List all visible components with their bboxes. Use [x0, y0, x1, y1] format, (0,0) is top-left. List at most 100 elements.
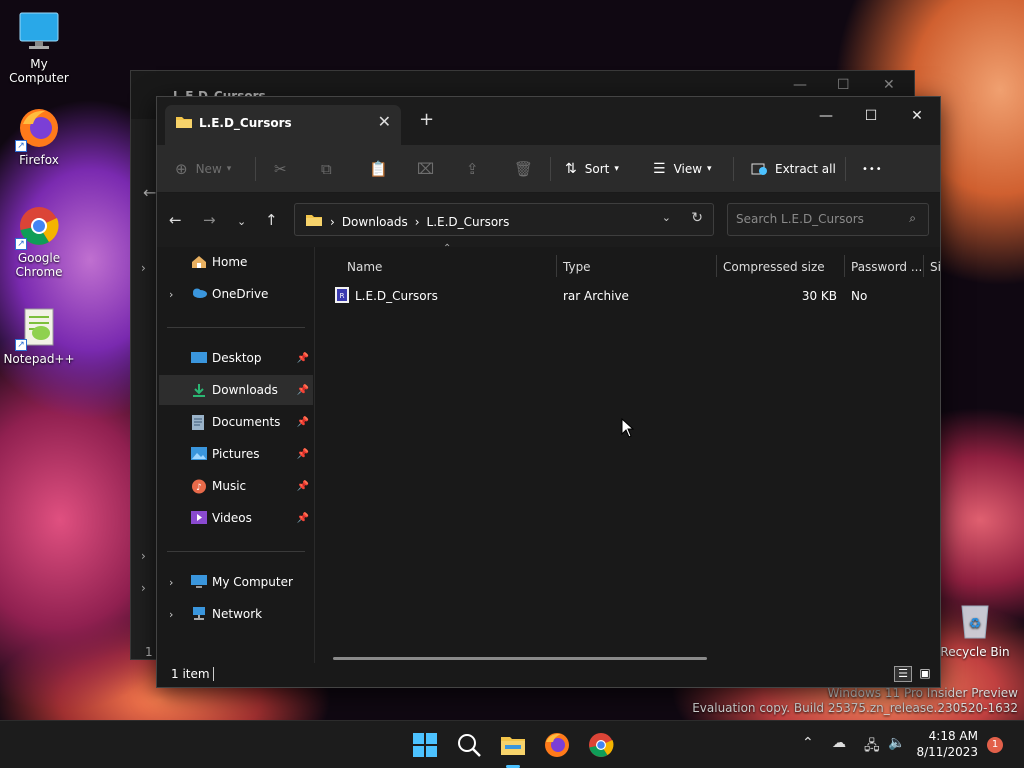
tab-close-icon[interactable]: ✕ [378, 112, 391, 131]
column-header-compressed-size[interactable]: Compressed size [723, 253, 825, 281]
chevron-right-icon[interactable]: › [169, 288, 173, 301]
show-hidden-icons-chevron-icon[interactable]: ⌃ [802, 735, 814, 751]
extract-all-label: Extract all [775, 162, 836, 176]
recent-chevron-down-icon[interactable]: ⌄ [237, 215, 246, 228]
desktop-icon-notepadpp[interactable]: ↗ Notepad++ [1, 305, 77, 366]
pin-icon[interactable]: 📌 [297, 513, 309, 524]
more-options-button[interactable]: ••• [862, 145, 883, 193]
search-icon[interactable]: ⌕ [909, 211, 916, 226]
pin-icon[interactable]: 📌 [297, 449, 309, 460]
chevron-right-icon[interactable]: › [169, 608, 173, 621]
share-button[interactable]: ⇪ [466, 145, 479, 193]
column-header-password[interactable]: Password ... [851, 253, 922, 281]
nav-label: Network [212, 607, 263, 621]
minimize-button[interactable]: — [803, 101, 849, 131]
cut-button[interactable]: ✂ [274, 145, 287, 193]
desktop-icon-firefox[interactable]: ↗ Firefox [1, 106, 77, 167]
column-divider[interactable] [923, 255, 924, 277]
background-minimize-icon[interactable]: — [793, 77, 807, 93]
desktop-icon-my-computer[interactable]: My Computer [1, 10, 77, 85]
nav-item-desktop[interactable]: Desktop 📌 [159, 343, 313, 373]
refresh-icon[interactable]: ↻ [691, 210, 703, 226]
onedrive-offline-icon[interactable]: ☁ [832, 735, 846, 751]
column-header-type[interactable]: Type [563, 253, 591, 281]
paste-button[interactable]: 📋 [369, 145, 388, 193]
column-divider[interactable] [556, 255, 557, 277]
details-view-icon[interactable]: ☰ [894, 666, 912, 682]
nav-item-my-computer[interactable]: › My Computer [159, 567, 313, 597]
column-header-size[interactable]: Si [930, 253, 940, 281]
file-explorer-icon[interactable] [499, 731, 527, 759]
shortcut-arrow-icon: ↗ [15, 238, 27, 250]
desktop-icon-chrome[interactable]: ↗ Google Chrome [1, 204, 77, 279]
share-icon: ⇪ [466, 160, 479, 178]
forward-arrow-icon[interactable]: → [203, 211, 216, 229]
pin-icon[interactable]: 📌 [297, 481, 309, 492]
explorer-window[interactable]: L.E.D_Cursors ✕ + — ☐ ✕ ⊕ New ▾ ✂ ⧉ 📋 ⌧ … [156, 96, 941, 688]
item-count: 1 item [171, 667, 210, 681]
clock[interactable]: 4:18 AM 8/11/2023 [916, 728, 978, 760]
sort-button[interactable]: ⇅ Sort ▾ [565, 145, 619, 193]
desktop-icon-recycle-bin[interactable]: ♻ Recycle Bin [937, 598, 1013, 659]
document-icon [191, 415, 207, 430]
column-divider[interactable] [844, 255, 845, 277]
file-name: L.E.D_Cursors [355, 289, 438, 303]
nav-item-downloads[interactable]: Downloads 📌 [159, 375, 313, 405]
nav-item-home[interactable]: Home [159, 247, 313, 277]
copy-button[interactable]: ⧉ [321, 145, 332, 193]
view-button[interactable]: ☰ View ▾ [653, 145, 712, 193]
maximize-button[interactable]: ☐ [848, 101, 894, 131]
start-windows-icon[interactable] [411, 731, 439, 759]
background-maximize-icon[interactable]: ☐ [837, 77, 850, 93]
nav-item-network[interactable]: › Network [159, 599, 313, 629]
pin-icon[interactable]: 📌 [297, 353, 309, 364]
tiles-view-icon[interactable]: ▣ [916, 666, 934, 682]
back-arrow-icon[interactable]: ← [169, 211, 182, 229]
breadcrumb-downloads[interactable]: Downloads [342, 215, 408, 229]
chevron-right-icon[interactable]: › [169, 576, 173, 589]
extract-all-button[interactable]: Extract all [751, 145, 836, 193]
delete-button[interactable]: 🗑 [514, 145, 533, 193]
download-icon [191, 383, 207, 397]
tab-active[interactable]: L.E.D_Cursors ✕ [165, 105, 401, 145]
table-row[interactable]: R L.E.D_Cursors rar Archive 30 KB No [327, 285, 937, 307]
volume-icon[interactable]: 🔈 [888, 735, 905, 751]
up-arrow-icon[interactable]: ↑ [265, 211, 278, 229]
view-icon: ☰ [653, 161, 666, 177]
clock-date: 8/11/2023 [916, 745, 978, 759]
horizontal-scrollbar[interactable] [333, 657, 707, 660]
column-divider[interactable] [716, 255, 717, 277]
background-chevron-icon[interactable]: › [141, 549, 146, 563]
sort-icon: ⇅ [565, 161, 577, 177]
nav-item-onedrive[interactable]: › OneDrive [159, 279, 313, 309]
close-button[interactable]: ✕ [894, 101, 940, 131]
notification-badge[interactable]: 1 [987, 737, 1003, 753]
chrome-icon[interactable] [587, 731, 615, 759]
breadcrumb-current[interactable]: L.E.D_Cursors [427, 215, 510, 229]
file-list: ⌃ Name Type Compressed size Password ...… [317, 243, 940, 663]
rename-button[interactable]: ⌧ [417, 145, 434, 193]
firefox-icon[interactable] [543, 731, 571, 759]
nav-item-pictures[interactable]: Pictures 📌 [159, 439, 313, 469]
nav-item-music[interactable]: ♪ Music 📌 [159, 471, 313, 501]
background-chevron-icon[interactable]: › [141, 261, 146, 275]
address-dropdown-icon[interactable]: ⌄ [662, 211, 671, 224]
background-close-icon[interactable]: ✕ [883, 77, 895, 93]
background-back-arrow-icon[interactable]: ← [143, 183, 156, 202]
nav-item-videos[interactable]: Videos 📌 [159, 503, 313, 533]
pin-icon[interactable]: 📌 [297, 385, 309, 396]
pictures-icon [191, 447, 207, 461]
svg-text:♻: ♻ [969, 616, 982, 632]
new-tab-button[interactable]: + [419, 109, 434, 130]
nav-item-documents[interactable]: Documents 📌 [159, 407, 313, 437]
network-icon[interactable]: 🖧 [864, 735, 880, 759]
column-header-name[interactable]: Name [347, 253, 382, 281]
desktop-icon-label: Notepad++ [3, 352, 75, 366]
search-input[interactable] [736, 212, 896, 226]
background-chevron-icon[interactable]: › [141, 581, 146, 595]
search-icon[interactable] [455, 731, 483, 759]
pin-icon[interactable]: 📌 [297, 417, 309, 428]
nav-label: Home [212, 255, 248, 269]
address-bar[interactable]: › Downloads › L.E.D_Cursors ⌄ ↻ [294, 203, 714, 236]
new-button[interactable]: ⊕ New ▾ [175, 145, 231, 193]
